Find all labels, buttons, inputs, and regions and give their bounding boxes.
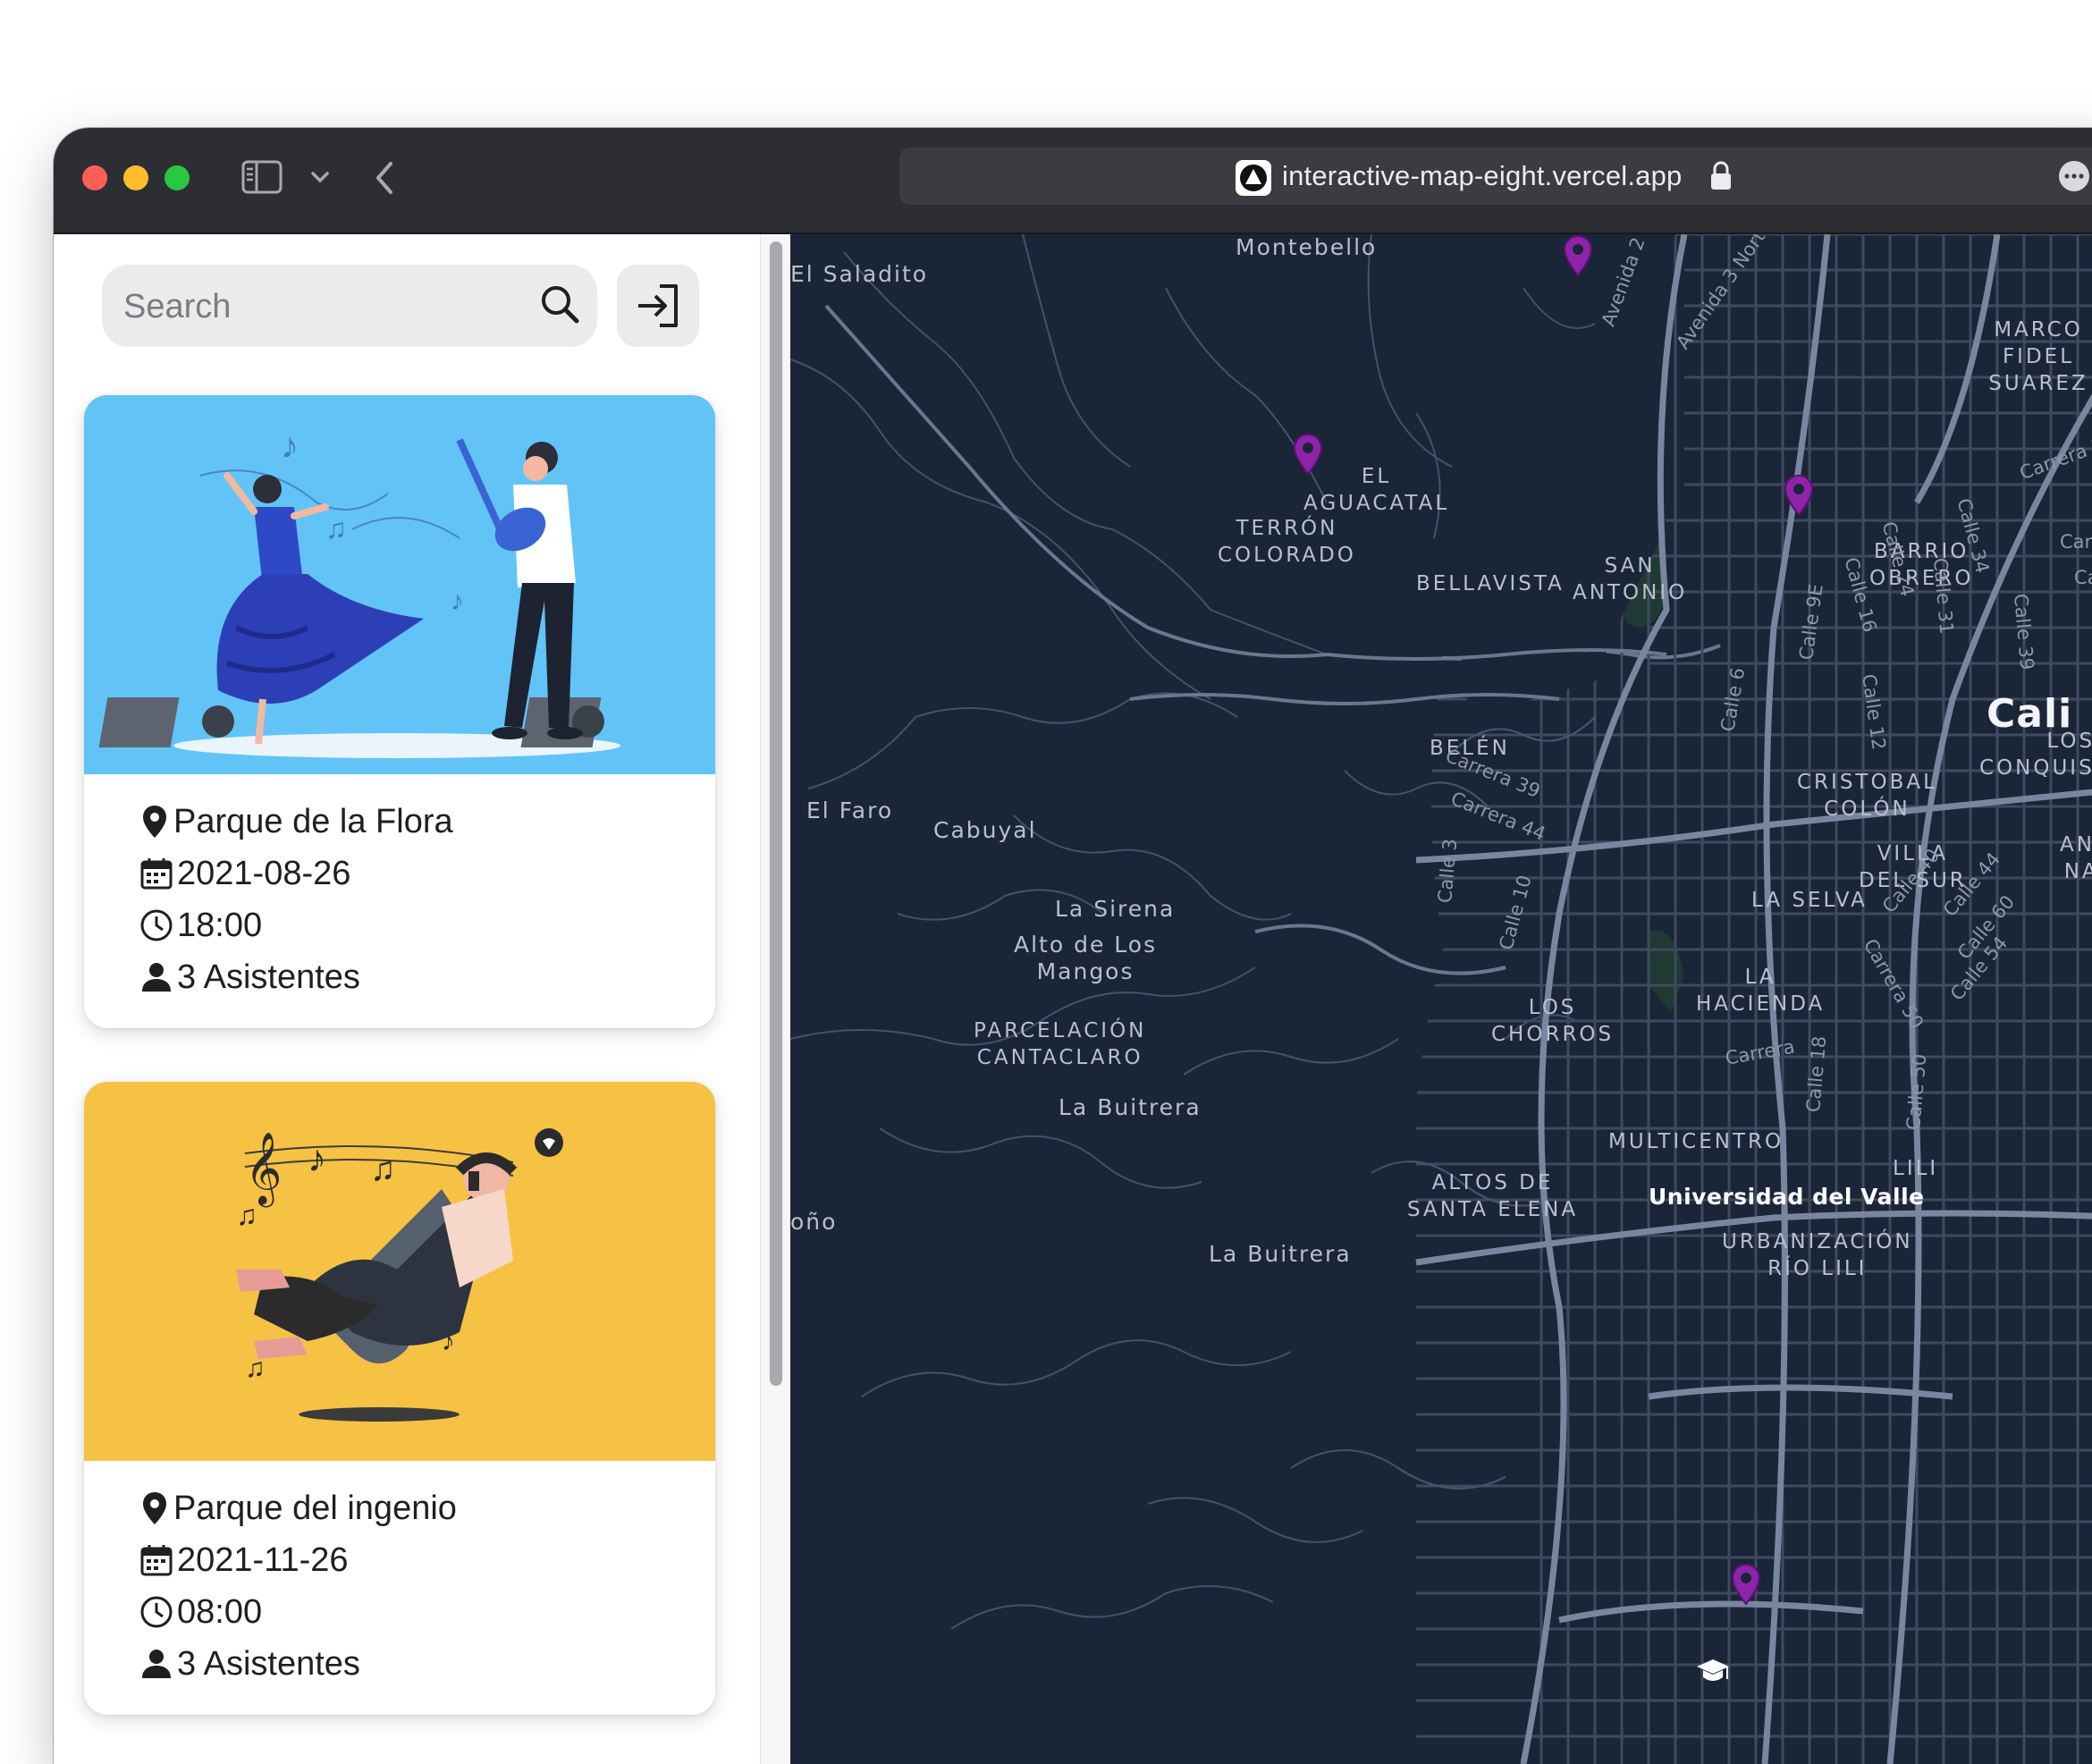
event-location-pin[interactable] bbox=[1731, 1563, 1761, 1606]
event-card[interactable]: 𝄞 ♪ ♫ ♫ ♫ ♪ Parque del ingenio 2021-11-2… bbox=[84, 1082, 715, 1715]
event-location-pin[interactable] bbox=[1563, 234, 1593, 277]
event-date: 2021-11-26 bbox=[177, 1540, 349, 1579]
map-label: La Buitrera bbox=[1209, 1241, 1352, 1267]
event-card[interactable]: ♪ ♫ ♪ Parque de la Flora 2021-08-26 18:0… bbox=[84, 395, 715, 1028]
map-label: CRISTOBAL COLÓN bbox=[1797, 771, 1937, 821]
event-date: 2021-08-26 bbox=[177, 854, 351, 892]
university-label: Universidad del Valle bbox=[1649, 1184, 1925, 1210]
svg-text:♪: ♪ bbox=[281, 426, 299, 466]
map-label: MULTICENTRO bbox=[1608, 1130, 1784, 1153]
map-label: El Saladito bbox=[790, 261, 929, 287]
map-label: ALTOS DE SANTA ELENA bbox=[1407, 1171, 1579, 1221]
event-location: Parque del ingenio bbox=[173, 1489, 457, 1527]
url-text[interactable]: interactive-map-eight.vercel.app bbox=[1282, 160, 1683, 192]
calendar-icon bbox=[140, 1545, 173, 1576]
clock-icon bbox=[140, 909, 173, 941]
map-label: LOSCONQUISTADO bbox=[1979, 730, 2092, 780]
location-pin-icon bbox=[143, 1492, 166, 1524]
lock-icon bbox=[1709, 161, 1733, 196]
event-attendees: 3 Asistentes bbox=[177, 1644, 360, 1683]
map-label: LA SELVA bbox=[1751, 889, 1868, 912]
map-label: ANTONNARIÑ bbox=[2060, 833, 2092, 883]
map-label: SAN ANTONIO bbox=[1573, 554, 1688, 604]
login-icon bbox=[638, 284, 678, 327]
address-bar[interactable]: interactive-map-eight.vercel.app bbox=[899, 148, 2092, 205]
map-label: El Faro bbox=[806, 798, 894, 823]
svg-text:♫: ♫ bbox=[370, 1151, 396, 1188]
sidebar-toggle-icon[interactable] bbox=[241, 160, 283, 198]
map-label: LILI bbox=[1893, 1157, 1939, 1180]
calendar-icon bbox=[140, 858, 173, 890]
map-label: Cabuyal bbox=[933, 817, 1037, 843]
svg-text:♪: ♪ bbox=[451, 587, 464, 616]
flamenco-dancer-guitarist-illustration: ♪ ♫ ♪ bbox=[84, 395, 715, 774]
browser-toolbar: interactive-map-eight.vercel.app bbox=[54, 128, 2092, 234]
svg-text:♫: ♫ bbox=[325, 512, 347, 544]
street-label: Car bbox=[2074, 567, 2092, 588]
event-date-row: 2021-08-26 bbox=[139, 848, 453, 899]
event-info: Parque de la Flora 2021-08-26 18:00 3 As… bbox=[139, 796, 453, 1003]
svg-text:𝄞: 𝄞 bbox=[245, 1133, 282, 1207]
scrollbar-thumb[interactable] bbox=[770, 241, 782, 1386]
search-icon[interactable] bbox=[538, 283, 581, 330]
event-time-row: 18:00 bbox=[139, 899, 453, 951]
map-label: La Sirena bbox=[1055, 896, 1176, 922]
minimize-window-button[interactable] bbox=[123, 165, 148, 190]
city-label: Cali bbox=[1987, 691, 2073, 737]
event-time-row: 08:00 bbox=[139, 1586, 457, 1638]
street-label: Carr bbox=[2060, 531, 2092, 553]
person-icon bbox=[142, 963, 171, 992]
event-time: 18:00 bbox=[177, 906, 263, 944]
event-time: 08:00 bbox=[177, 1592, 263, 1631]
sidebar-scrollbar[interactable] bbox=[760, 234, 791, 1764]
map-label: La Buitrera bbox=[1059, 1094, 1202, 1120]
event-location-row: Parque del ingenio bbox=[139, 1482, 457, 1534]
search-bar bbox=[102, 265, 597, 347]
search-input[interactable] bbox=[122, 279, 519, 334]
browser-window: interactive-map-eight.vercel.app Search … bbox=[54, 128, 2092, 1764]
site-logo-icon bbox=[1236, 160, 1271, 196]
back-arrow-icon[interactable] bbox=[374, 160, 395, 200]
svg-text:♫: ♫ bbox=[236, 1199, 257, 1231]
map-label: Montebello bbox=[1236, 234, 1378, 260]
svg-text:♪: ♪ bbox=[308, 1137, 326, 1179]
map-label: MARCO FIDEL SUAREZ bbox=[1988, 318, 2088, 395]
event-location-row: Parque de la Flora bbox=[139, 796, 453, 848]
map-label: oño bbox=[790, 1209, 838, 1235]
map-label: Alto de Los Mangos bbox=[1014, 932, 1158, 984]
map-label: URBANIZACIÓN RÍO LILI bbox=[1722, 1230, 1913, 1280]
event-attendees-row: 3 Asistentes bbox=[139, 951, 453, 1003]
map-label: PARCELACIÓN CANTACLARO bbox=[974, 1019, 1147, 1069]
event-attendees-row: 3 Asistentes bbox=[139, 1638, 457, 1690]
clock-icon bbox=[140, 1596, 173, 1628]
more-icon[interactable] bbox=[2058, 160, 2090, 197]
event-location-pin[interactable] bbox=[1784, 474, 1814, 517]
map-label: BELLAVISTA bbox=[1416, 572, 1565, 595]
map-label: LA HACIENDA bbox=[1696, 966, 1826, 1016]
map-label: LOS CHORROS bbox=[1491, 996, 1615, 1046]
map-label: EL AGUACATAL bbox=[1303, 465, 1450, 515]
map-view[interactable]: Montebello El Saladito MARCO FIDEL SUAREZ… bbox=[790, 234, 2092, 1764]
event-info: Parque del ingenio 2021-11-26 08:00 3 As… bbox=[139, 1482, 457, 1690]
event-date-row: 2021-11-26 bbox=[139, 1534, 457, 1586]
person-icon bbox=[142, 1650, 171, 1678]
event-location: Parque de la Flora bbox=[173, 802, 453, 840]
zoom-window-button[interactable] bbox=[164, 165, 190, 190]
location-pin-icon bbox=[143, 806, 166, 838]
event-attendees: 3 Asistentes bbox=[177, 958, 360, 996]
events-sidebar: ♪ ♫ ♪ bbox=[54, 234, 791, 1764]
map-label: TERRÓN COLORADO bbox=[1218, 517, 1356, 567]
chevron-down-icon[interactable] bbox=[310, 171, 330, 190]
university-icon bbox=[1697, 1659, 1729, 1681]
close-window-button[interactable] bbox=[82, 165, 107, 190]
login-button[interactable] bbox=[617, 265, 699, 347]
person-listening-music-illustration: 𝄞 ♪ ♫ ♫ ♫ ♪ bbox=[84, 1082, 715, 1461]
